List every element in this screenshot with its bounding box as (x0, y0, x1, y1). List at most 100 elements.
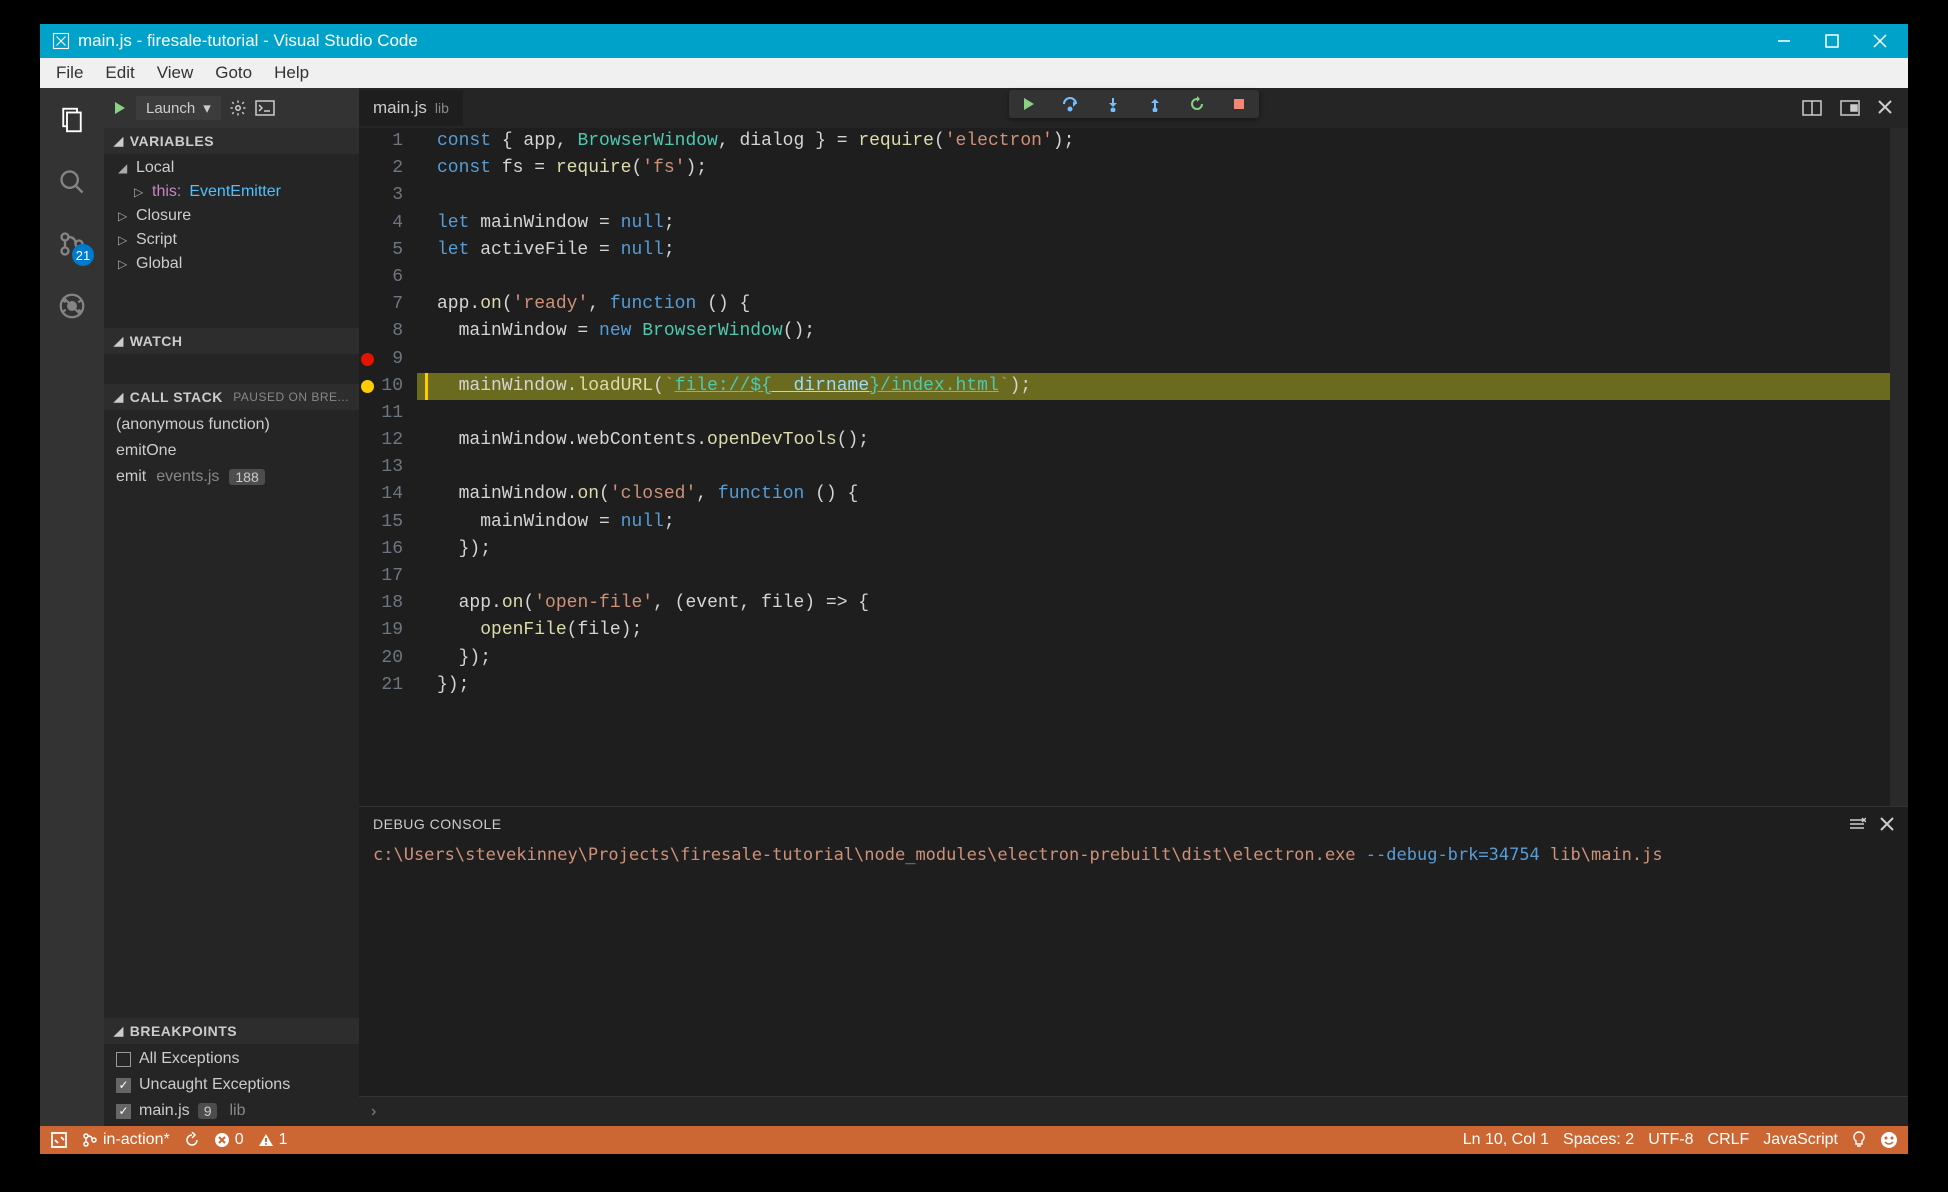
editor-column: main.js lib (359, 88, 1908, 1126)
menu-edit[interactable]: Edit (95, 59, 144, 87)
scope-closure[interactable]: ▷ Closure (104, 204, 359, 228)
scope-global[interactable]: ▷ Global (104, 252, 359, 276)
checkbox[interactable]: ✓ (116, 1078, 131, 1093)
breakpoint-item[interactable]: ✓ main.js 9 lib (104, 1098, 359, 1124)
activity-explorer[interactable] (54, 102, 90, 138)
chevron-down-icon: ▾ (203, 99, 211, 117)
variable-this[interactable]: ▷ this: EventEmitter (104, 180, 359, 204)
status-errors[interactable]: 0 (214, 1131, 244, 1149)
callstack-status: PAUSED ON BRE... (233, 390, 349, 404)
twistie-icon: ▷ (134, 185, 144, 199)
twistie-icon: ◢ (114, 134, 124, 148)
status-feedback-icon[interactable] (1880, 1131, 1898, 1149)
debug-console-icon[interactable] (255, 100, 275, 116)
checkbox[interactable] (116, 1052, 131, 1067)
stack-frame[interactable]: emitOne (104, 438, 359, 464)
status-warnings[interactable]: 1 (258, 1131, 288, 1149)
titlebar: main.js - firesale-tutorial - Visual Stu… (40, 24, 1908, 58)
restart-button[interactable] (1187, 94, 1207, 114)
menu-file[interactable]: File (46, 59, 93, 87)
twistie-icon: ▷ (118, 209, 128, 223)
editor-actions (1802, 100, 1908, 116)
console-output[interactable]: c:\Users\stevekinney\Projects\firesale-t… (359, 841, 1908, 1096)
debug-config-bar: Launch ▾ (104, 88, 359, 128)
more-actions-icon[interactable] (1840, 100, 1860, 116)
menu-help[interactable]: Help (264, 59, 319, 87)
status-encoding[interactable]: UTF-8 (1648, 1131, 1693, 1149)
variables-section-header[interactable]: ◢ VARIABLES (104, 128, 359, 154)
status-eol[interactable]: CRLF (1708, 1131, 1750, 1149)
close-all-icon[interactable] (1878, 100, 1892, 116)
twistie-icon: ◢ (118, 161, 128, 175)
step-out-button[interactable] (1145, 94, 1165, 114)
status-language[interactable]: JavaScript (1763, 1131, 1838, 1149)
status-remote-icon[interactable] (50, 1131, 68, 1149)
menu-view[interactable]: View (147, 59, 204, 87)
activity-bar: 21 (40, 88, 104, 1126)
tab-main-js[interactable]: main.js lib (359, 90, 463, 126)
twistie-icon: ▷ (118, 233, 128, 247)
step-into-button[interactable] (1103, 94, 1123, 114)
minimize-button[interactable] (1774, 31, 1794, 51)
launch-config-select[interactable]: Launch ▾ (136, 96, 221, 120)
tab-label: main.js (373, 98, 427, 118)
line-number-gutter: 123456789101112131415161718192021 (359, 128, 417, 806)
status-lightbulb-icon[interactable] (1852, 1131, 1866, 1149)
panel-breadcrumb[interactable]: › (359, 1096, 1908, 1126)
status-indentation[interactable]: Spaces: 2 (1563, 1131, 1634, 1149)
stop-button[interactable] (1229, 94, 1249, 114)
status-bar: in-action* 0 1 Ln 10, Col 1 Spaces: 2 UT… (40, 1126, 1908, 1154)
gear-icon[interactable] (229, 99, 247, 117)
bottom-panel: DEBUG CONSOLE c:\Users\stevekinney\Proje… (359, 806, 1908, 1126)
status-cursor-position[interactable]: Ln 10, Col 1 (1463, 1131, 1549, 1149)
menu-goto[interactable]: Goto (205, 59, 262, 87)
twistie-icon: ◢ (114, 390, 124, 404)
menubar: File Edit View Goto Help (40, 58, 1908, 88)
scope-local[interactable]: ◢ Local (104, 156, 359, 180)
chevron-right-icon: › (371, 1103, 376, 1121)
twistie-icon: ◢ (114, 334, 124, 348)
launch-config-label: Launch (146, 100, 195, 117)
status-sync-icon[interactable] (184, 1132, 200, 1148)
window-title: main.js - firesale-tutorial - Visual Stu… (78, 31, 1774, 51)
code-area[interactable]: const { app, BrowserWindow, dialog } = r… (417, 128, 1908, 806)
breakpoint-item[interactable]: ✓ Uncaught Exceptions (104, 1072, 359, 1098)
close-button[interactable] (1870, 31, 1890, 51)
activity-search[interactable] (54, 164, 90, 200)
breakpoints-section-header[interactable]: ◢ BREAKPOINTS (104, 1018, 359, 1044)
start-debug-button[interactable] (112, 100, 128, 116)
maximize-button[interactable] (1822, 31, 1842, 51)
tab-folder: lib (435, 100, 449, 116)
step-over-button[interactable] (1061, 94, 1081, 114)
app-window: main.js - firesale-tutorial - Visual Stu… (40, 24, 1908, 1154)
app-icon (50, 30, 72, 52)
variables-body: ◢ Local ▷ this: EventEmitter ▷ Closure ▷… (104, 154, 359, 278)
panel-title[interactable]: DEBUG CONSOLE (373, 816, 1834, 832)
activity-scm[interactable]: 21 (54, 226, 90, 262)
close-panel-icon[interactable] (1880, 817, 1894, 831)
split-editor-icon[interactable] (1802, 100, 1822, 116)
scope-script[interactable]: ▷ Script (104, 228, 359, 252)
stack-frame[interactable]: emit events.js 188 (104, 464, 359, 490)
debug-sidebar: Launch ▾ ◢ VARIABLES ◢ Local (104, 88, 359, 1126)
clear-console-icon[interactable] (1848, 816, 1866, 832)
continue-button[interactable] (1019, 94, 1039, 114)
twistie-icon: ▷ (118, 257, 128, 271)
checkbox[interactable]: ✓ (116, 1104, 131, 1119)
breakpoints-title: BREAKPOINTS (130, 1023, 237, 1039)
code-editor[interactable]: 123456789101112131415161718192021 const … (359, 128, 1908, 806)
activity-debug[interactable] (54, 288, 90, 324)
variables-title: VARIABLES (130, 133, 214, 149)
breakpoint-item[interactable]: All Exceptions (104, 1046, 359, 1072)
status-git-branch[interactable]: in-action* (82, 1131, 170, 1149)
debug-toolbar (1009, 90, 1259, 118)
tab-bar: main.js lib (359, 88, 1908, 128)
watch-section-header[interactable]: ◢ WATCH (104, 328, 359, 354)
callstack-body: (anonymous function) emitOne emit events… (104, 410, 359, 492)
callstack-title: CALL STACK (130, 389, 223, 405)
stack-frame[interactable]: (anonymous function) (104, 412, 359, 438)
breakpoints-body: All Exceptions ✓ Uncaught Exceptions ✓ m… (104, 1044, 359, 1126)
watch-title: WATCH (130, 333, 183, 349)
callstack-section-header[interactable]: ◢ CALL STACK PAUSED ON BRE... (104, 384, 359, 410)
scm-badge: 21 (72, 244, 94, 266)
